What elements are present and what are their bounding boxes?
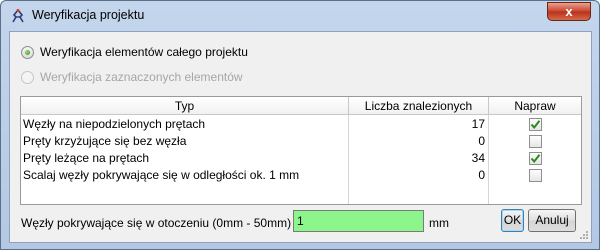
radio-button	[21, 70, 34, 84]
column-header-fix[interactable]: Napraw	[489, 97, 581, 115]
table-row[interactable]: Węzły na niepodzielonych prętach 17	[21, 116, 581, 133]
title-bar[interactable]: Weryfikacja projektu x	[1, 1, 599, 31]
ok-button[interactable]: OK	[501, 209, 524, 232]
column-header-type[interactable]: Typ	[21, 97, 349, 115]
row-count: 17	[471, 117, 485, 131]
check-icon	[530, 154, 540, 164]
resize-grip-icon[interactable]	[579, 230, 589, 240]
results-table: Typ Liczba znalezionych Napraw Węzły na …	[20, 96, 582, 205]
radio-whole-project[interactable]: Weryfikacja elementów całego projektu	[21, 45, 248, 59]
table-row[interactable]: Pręty leżące na prętach 34	[21, 150, 581, 167]
fix-checkbox[interactable]	[528, 152, 542, 165]
dialog-window: Weryfikacja projektu x Weryfikacja eleme…	[0, 0, 600, 250]
row-count: 0	[478, 134, 485, 148]
cancel-button[interactable]: Anuluj	[528, 209, 576, 232]
tolerance-unit: mm	[429, 216, 449, 230]
window-title: Weryfikacja projektu	[32, 8, 145, 22]
fix-checkbox[interactable]	[528, 169, 542, 182]
tolerance-label: Węzły pokrywające się w otoczeniu (0mm -…	[21, 216, 292, 230]
radio-selected-elements: Weryfikacja zaznaczonych elementów	[21, 70, 243, 84]
radio-selected-elements-label: Weryfikacja zaznaczonych elementów	[40, 70, 243, 84]
close-icon: x	[565, 4, 573, 19]
fix-checkbox[interactable]	[528, 118, 542, 131]
close-button[interactable]: x	[547, 2, 591, 21]
fix-checkbox[interactable]	[528, 135, 542, 148]
app-icon	[12, 8, 24, 23]
radio-button[interactable]	[21, 45, 34, 59]
row-type: Pręty leżące na prętach	[23, 151, 150, 165]
radio-whole-project-label: Weryfikacja elementów całego projektu	[40, 45, 248, 59]
row-count: 0	[478, 168, 485, 182]
row-type: Pręty krzyżujące się bez węzła	[23, 134, 187, 148]
table-row[interactable]: Scalaj węzły pokrywające się w odległośc…	[21, 167, 581, 184]
row-count: 34	[471, 151, 485, 165]
row-type: Scalaj węzły pokrywające się w odległośc…	[23, 168, 300, 182]
check-icon	[530, 120, 540, 130]
dialog-content: Weryfikacja elementów całego projektu We…	[9, 31, 592, 243]
tolerance-input[interactable]	[293, 210, 424, 232]
table-header: Typ Liczba znalezionych Napraw	[21, 97, 581, 115]
table-row[interactable]: Pręty krzyżujące się bez węzła 0	[21, 133, 581, 150]
column-header-count[interactable]: Liczba znalezionych	[349, 97, 489, 115]
row-type: Węzły na niepodzielonych prętach	[23, 117, 206, 131]
